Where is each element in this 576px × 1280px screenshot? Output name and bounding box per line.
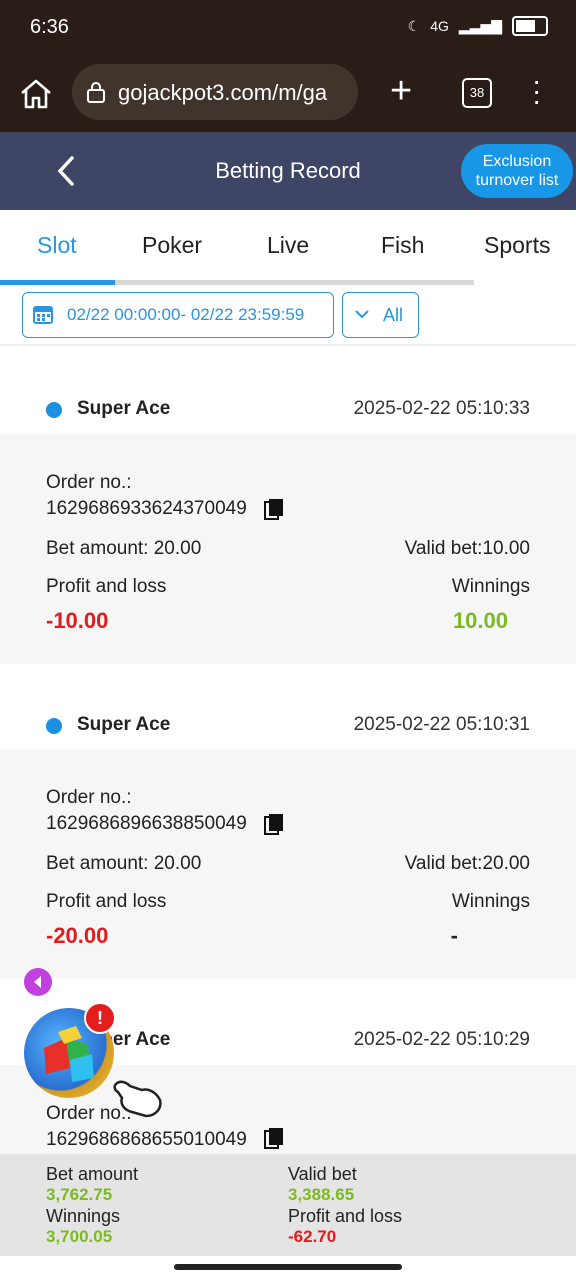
tab-fish[interactable]: Fish — [381, 232, 424, 259]
system-nav-bar — [0, 1256, 576, 1280]
status-dot — [46, 718, 62, 734]
pointer-hand-icon — [113, 1080, 162, 1118]
record-time: 2025-02-22 05:10:29 — [353, 1029, 530, 1050]
tab-sports[interactable]: Sports — [484, 232, 550, 259]
summary-panel: Bet amount 3,762.75 Valid bet 3,388.65 W… — [0, 1154, 576, 1256]
tab-count-button[interactable]: 38 — [462, 78, 492, 108]
filters: 02/22 00:00:00- 02/22 23:59:59 All — [0, 286, 576, 344]
order-label: Order no.: — [46, 472, 132, 493]
copy-icon[interactable] — [264, 813, 284, 835]
chevron-down-icon — [355, 310, 369, 319]
winnings-label: Winnings — [451, 891, 530, 912]
record-header: Super Ace 2025-02-22 05:10:33 — [0, 372, 576, 442]
date-range-text: 02/22 00:00:00- 02/22 23:59:59 — [67, 305, 305, 324]
summary-winnings-value: 3,700.05 — [46, 1227, 113, 1246]
browser-bar: gojackpot3.com/m/ga + 38 · · · — [0, 58, 576, 132]
app-header: Betting Record Exclusion turnover list — [0, 132, 576, 210]
collapse-arrow-icon[interactable] — [24, 968, 52, 996]
calendar-icon — [33, 306, 53, 324]
exclusion-turnover-button[interactable]: Exclusion turnover list — [461, 144, 573, 198]
winnings-value: 10.00 — [452, 608, 508, 633]
summary-winnings-label: Winnings — [46, 1206, 121, 1226]
status-icons: ☾ 4G ▂▃▅▇ — [408, 16, 548, 36]
summary-bet-label: Bet amount — [46, 1164, 139, 1184]
record-header: Super Ace 2025-02-22 05:10:31 — [0, 688, 576, 758]
game-name: Super Ace — [77, 714, 171, 735]
record-body: Order no.: 1629686933624370049 Bet amoun… — [0, 434, 576, 664]
record-body: Order no.: 1629686896638850049 Bet amoun… — [0, 749, 576, 979]
game-name: Super Ace — [77, 398, 171, 419]
game-tabs: Slot Poker Live Fish Sports — [0, 210, 576, 286]
bet-amount: Bet amount: 20.00 — [46, 853, 202, 874]
summary-valid-label: Valid bet — [288, 1164, 357, 1184]
summary-profit-label: Profit and loss — [288, 1206, 403, 1226]
record-time: 2025-02-22 05:10:33 — [353, 398, 530, 419]
tab-slot[interactable]: Slot — [37, 232, 77, 259]
tab-indicator — [0, 280, 115, 285]
address-bar[interactable]: gojackpot3.com/m/ga — [72, 64, 358, 120]
alert-badge: ! — [84, 1002, 116, 1034]
order-number: 1629686933624370049 — [46, 498, 247, 519]
url-text: gojackpot3.com/m/ga — [118, 80, 328, 105]
copy-icon[interactable] — [264, 1127, 284, 1149]
divider — [0, 344, 576, 347]
winnings-label: Winnings — [451, 576, 530, 597]
order-label: Order no.: — [46, 787, 132, 808]
copy-icon[interactable] — [264, 498, 284, 520]
lock-icon — [87, 82, 105, 103]
more-menu-icon[interactable]: · · · — [532, 67, 541, 115]
valid-bet: Valid bet:20.00 — [404, 853, 530, 874]
type-filter-text: All — [383, 305, 404, 325]
record-time: 2025-02-22 05:10:31 — [353, 714, 530, 735]
profit-value: -20.00 — [46, 923, 109, 948]
home-gesture-bar[interactable] — [174, 1264, 402, 1270]
status-dot — [46, 402, 62, 418]
order-number: 1629686896638850049 — [46, 813, 247, 834]
profit-value: -10.00 — [46, 608, 109, 633]
summary-profit-value: -62.70 — [288, 1227, 337, 1246]
date-range-filter[interactable]: 02/22 00:00:00- 02/22 23:59:59 — [22, 292, 334, 338]
order-number: 1629686868655010049 — [46, 1129, 247, 1150]
bet-amount: Bet amount: 20.00 — [46, 538, 202, 559]
type-filter[interactable]: All — [342, 292, 419, 338]
valid-bet: Valid bet:10.00 — [404, 538, 530, 559]
battery-icon — [512, 16, 548, 36]
summary-valid-value: 3,388.65 — [288, 1185, 355, 1204]
winnings-value: - — [450, 923, 458, 948]
status-bar: 6:36 ☾ 4G ▂▃▅▇ — [0, 0, 576, 58]
profit-label: Profit and loss — [46, 891, 167, 912]
profit-label: Profit and loss — [46, 576, 167, 597]
status-time: 6:36 — [30, 16, 69, 38]
summary-bet-value: 3,762.75 — [46, 1185, 113, 1204]
network-label: 4G — [430, 18, 449, 34]
moon-icon: ☾ — [407, 17, 421, 34]
new-tab-button[interactable]: + — [390, 72, 412, 110]
signal-icon: ▂▃▅▇ — [458, 17, 502, 34]
tab-live[interactable]: Live — [267, 232, 309, 259]
tab-poker[interactable]: Poker — [142, 232, 202, 259]
home-icon[interactable] — [18, 76, 54, 112]
